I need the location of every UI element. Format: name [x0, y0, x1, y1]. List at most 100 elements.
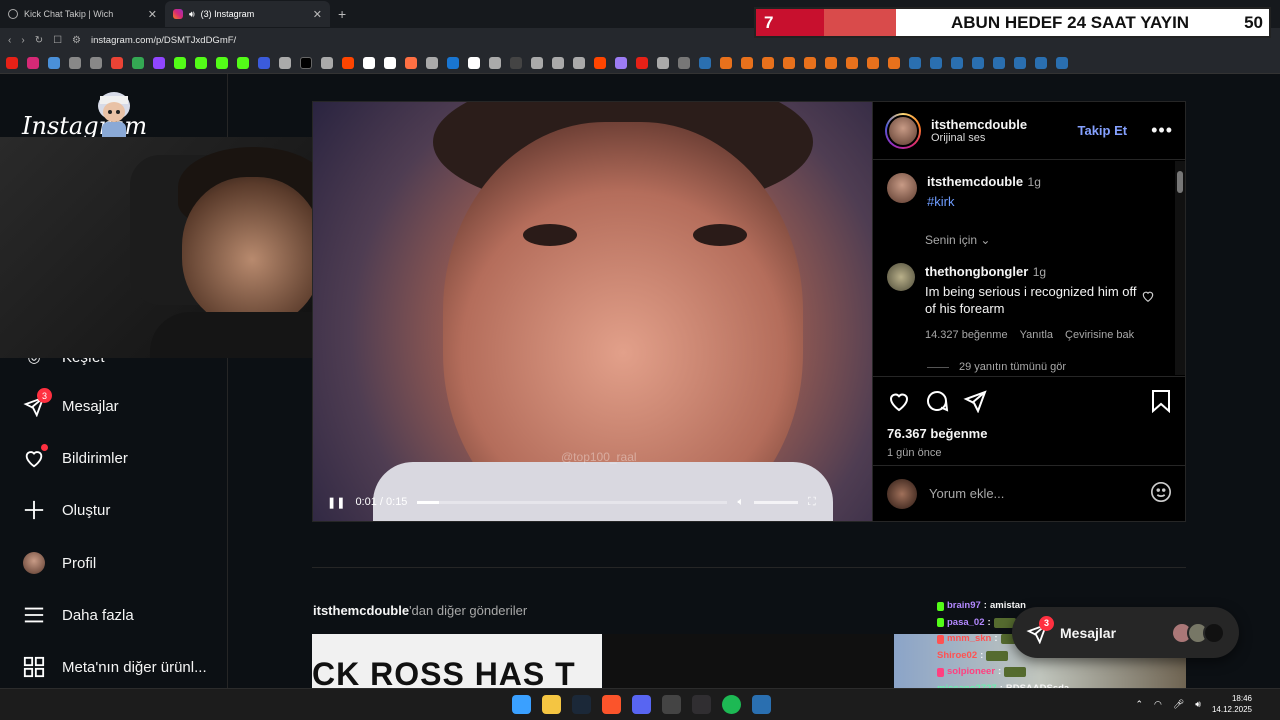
back-icon[interactable]: ‹: [8, 35, 11, 46]
sidebar-item-more[interactable]: Daha fazla: [22, 603, 134, 627]
close-icon[interactable]: ✕: [148, 8, 157, 21]
bookmark-icon[interactable]: [510, 56, 522, 69]
bookmark-icon[interactable]: [720, 56, 732, 69]
bookmark-steam-icon[interactable]: [1056, 56, 1068, 69]
bookmark-icon[interactable]: [573, 56, 585, 69]
save-icon[interactable]: [1150, 389, 1172, 418]
reply-button[interactable]: Yanıtla: [1020, 329, 1053, 341]
microphone-icon[interactable]: 🎤︎: [1173, 699, 1184, 710]
brave-icon[interactable]: [602, 695, 621, 714]
bookmark-steam-icon[interactable]: [699, 56, 711, 69]
bookmark-icon[interactable]: ☐: [53, 35, 62, 46]
avatar[interactable]: [887, 263, 915, 291]
forward-icon[interactable]: ›: [21, 35, 24, 46]
steam-icon[interactable]: [572, 695, 591, 714]
bookmark-kick-icon[interactable]: [195, 56, 207, 69]
comment-likes[interactable]: 14.327 beğenme: [925, 329, 1008, 341]
new-tab-button[interactable]: +: [338, 6, 346, 22]
video-seek-bar[interactable]: [417, 500, 728, 504]
bookmark-icon[interactable]: [888, 56, 900, 69]
post-thumbnail[interactable]: [603, 634, 893, 688]
view-replies-button[interactable]: 29 yanıtın tümünü gör: [927, 361, 1159, 373]
bookmark-icon[interactable]: [552, 56, 564, 69]
bookmark-icon[interactable]: [804, 56, 816, 69]
file-explorer-icon[interactable]: [542, 695, 561, 714]
bookmark-icon[interactable]: [489, 56, 501, 69]
bookmark-steam-icon[interactable]: [909, 56, 921, 69]
emoji-icon[interactable]: [1150, 481, 1172, 506]
sidebar-item-messages[interactable]: 3 Mesajlar: [22, 388, 119, 418]
bookmark-kick-icon[interactable]: [216, 56, 228, 69]
bookmark-icon[interactable]: [279, 56, 291, 69]
volume-icon[interactable]: 🔊︎: [1195, 699, 1201, 710]
speaker-icon[interactable]: 🔊︎: [189, 9, 195, 20]
bookmark-icon[interactable]: [426, 56, 438, 69]
bookmark-steam-icon[interactable]: [993, 56, 1005, 69]
comment-like-icon[interactable]: [1141, 289, 1155, 308]
bookmark-twitch-icon[interactable]: [153, 56, 165, 69]
bookmark-amazon-icon[interactable]: [384, 56, 396, 69]
folder-icon[interactable]: [678, 56, 690, 69]
sidebar-item-meta-products[interactable]: Meta'nın diğer ürünl...: [22, 655, 207, 679]
more-posts-user[interactable]: itsthemcdouble: [313, 603, 409, 618]
bookmark-icon[interactable]: [867, 56, 879, 69]
bookmark-instagram-icon[interactable]: [27, 56, 39, 69]
windows-start-icon[interactable]: [512, 695, 531, 714]
bookmark-drive-icon[interactable]: [132, 56, 144, 69]
system-clock[interactable]: 18:46 14.12.2025: [1212, 693, 1252, 715]
reload-icon[interactable]: ↻: [35, 35, 43, 46]
for-you-filter[interactable]: Senin için ⌄: [925, 233, 1159, 247]
bookmark-icon[interactable]: [321, 56, 333, 69]
audio-label[interactable]: Orijinal ses: [931, 132, 1027, 144]
app-icon[interactable]: [662, 695, 681, 714]
bookmark-steam-icon[interactable]: [930, 56, 942, 69]
close-icon[interactable]: ✕: [313, 8, 322, 21]
pause-icon[interactable]: ❚❚: [327, 496, 345, 509]
bookmark-steam-icon[interactable]: [1014, 56, 1026, 69]
bookmark-icon[interactable]: [258, 56, 270, 69]
bookmark-icon[interactable]: [69, 56, 81, 69]
likes-count[interactable]: 76.367 beğenme: [887, 426, 1172, 441]
site-info-icon[interactable]: ⚙: [72, 35, 81, 46]
bookmark-icon[interactable]: [405, 56, 417, 69]
comment-input[interactable]: Yorum ekle...: [929, 486, 1004, 501]
bookmark-icon[interactable]: [783, 56, 795, 69]
bookmark-icon[interactable]: [447, 56, 459, 69]
video-player[interactable]: @top100_raal ❚❚ 0:01 / 0:15 🔈︎ ⛶: [313, 102, 872, 521]
more-options-icon[interactable]: •••: [1151, 120, 1173, 141]
obs-icon[interactable]: [692, 695, 711, 714]
bookmark-youtube-icon[interactable]: [6, 56, 18, 69]
share-icon[interactable]: [963, 389, 987, 418]
sidebar-item-create[interactable]: Oluştur: [22, 498, 110, 522]
story-ring[interactable]: [885, 112, 921, 149]
url-field[interactable]: instagram.com/p/DSMTJxdDGmF/: [91, 35, 236, 46]
bookmark-reddit-icon[interactable]: [594, 56, 606, 69]
comment-icon[interactable]: [925, 389, 949, 418]
discord-icon[interactable]: [632, 695, 651, 714]
bookmark-steam-icon[interactable]: [1035, 56, 1047, 69]
post-thumbnail[interactable]: CK ROSS HAS T: [312, 634, 602, 688]
bookmark-icon[interactable]: [762, 56, 774, 69]
bookmark-youtube-icon[interactable]: [636, 56, 648, 69]
bookmark-icon[interactable]: [741, 56, 753, 69]
scrollbar-thumb[interactable]: [1177, 171, 1183, 193]
bookmark-icon[interactable]: [825, 56, 837, 69]
spotify-icon[interactable]: [722, 695, 741, 714]
caption-user[interactable]: itsthemcdouble: [927, 174, 1023, 189]
volume-slider[interactable]: [754, 500, 799, 504]
messages-pill[interactable]: 3 Mesajlar: [1012, 607, 1239, 658]
sidebar-item-notifications[interactable]: Bildirimler: [22, 444, 128, 470]
bookmark-steam-icon[interactable]: [972, 56, 984, 69]
bookmark-icon[interactable]: [468, 56, 480, 69]
chevron-up-icon[interactable]: ⌃: [1135, 699, 1143, 710]
translate-button[interactable]: Çevirisine bak: [1065, 329, 1134, 341]
comment-user[interactable]: thethongbongler: [925, 264, 1028, 279]
bookmark-icon[interactable]: [846, 56, 858, 69]
bookmark-icon[interactable]: [615, 56, 627, 69]
avatar[interactable]: [887, 173, 917, 203]
bookmark-reddit-icon[interactable]: [342, 56, 354, 69]
bookmark-icon[interactable]: [90, 56, 102, 69]
bookmark-gmail-icon[interactable]: [111, 56, 123, 69]
steam-icon[interactable]: [752, 695, 771, 714]
wifi-icon[interactable]: ◠: [1154, 699, 1162, 710]
